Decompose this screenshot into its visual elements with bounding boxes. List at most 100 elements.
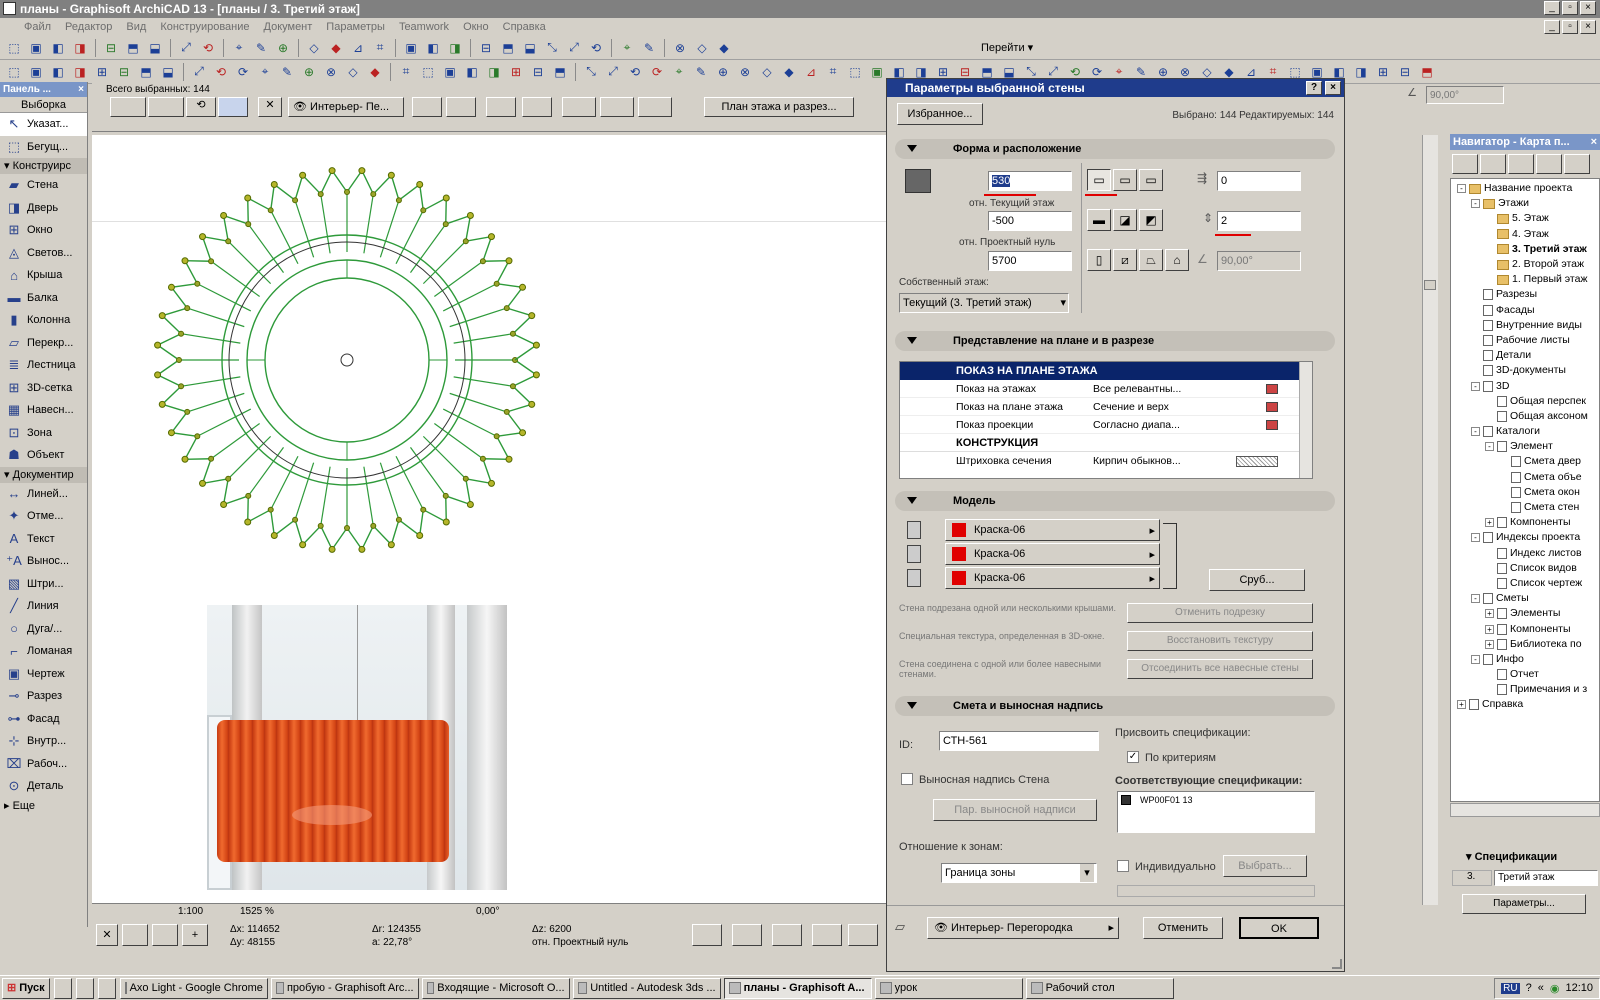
tool-drawing[interactable]: ▣ Чертеж [0, 663, 87, 686]
cancel-button[interactable]: Отменить [1143, 917, 1223, 939]
edit-ff-icon[interactable]: ⊕ [713, 63, 733, 81]
edit-t-icon[interactable]: ▣ [440, 63, 460, 81]
tool-paste-icon[interactable]: ⬓ [145, 39, 165, 57]
profile-button[interactable] [486, 97, 516, 117]
special-snap-button[interactable] [848, 924, 878, 946]
wall-vertical-button[interactable]: ▯ [1087, 249, 1111, 271]
nav-tab-project-map[interactable] [1452, 154, 1478, 174]
tree-item[interactable]: Отчет [1457, 667, 1599, 682]
tool-elevation[interactable]: ⊶ Фасад [0, 708, 87, 731]
total-height-field[interactable]: 5700 [988, 251, 1072, 271]
maximize-button[interactable]: ▫ [1562, 1, 1578, 15]
edit-jj-icon[interactable]: ⊿ [801, 63, 821, 81]
edit-q-icon[interactable]: ◆ [365, 63, 385, 81]
cross-button[interactable]: ✕ [258, 97, 282, 117]
tree-item[interactable]: 3. Третий этаж [1457, 242, 1599, 257]
geometry-button[interactable] [110, 97, 146, 117]
menu-item[interactable]: Файл [24, 18, 51, 36]
tree-item[interactable]: - Индексы проекта [1457, 530, 1599, 545]
tree-item[interactable]: Рабочие листы [1457, 333, 1599, 348]
network-icon[interactable]: ◉ [1550, 982, 1560, 995]
tree-item[interactable]: - Этажи [1457, 196, 1599, 211]
nav-tab-layout-book[interactable] [1508, 154, 1534, 174]
ok-button[interactable]: OK [1239, 917, 1319, 939]
wall-profile-button[interactable]: ⌂ [1165, 249, 1189, 271]
edit-bb-icon[interactable]: ⟲ [625, 63, 645, 81]
rel-project-label[interactable]: отн. Проектный нуль [959, 237, 1055, 248]
menu-item[interactable]: Окно [463, 18, 489, 36]
menu-item[interactable]: Справка [503, 18, 546, 36]
edit-k-icon[interactable]: ⟳ [233, 63, 253, 81]
tool-group-icon[interactable]: ⌖ [617, 39, 637, 57]
section-geometry-header[interactable]: Форма и расположение [895, 139, 1335, 159]
construction-method-3[interactable] [638, 97, 672, 117]
tool-fill-icon[interactable]: ⌗ [370, 39, 390, 57]
collapse-icon[interactable]: - [1471, 381, 1480, 391]
relative-construction-button[interactable]: + [182, 924, 208, 946]
tree-item[interactable]: + Элементы [1457, 606, 1599, 621]
edit-s-icon[interactable]: ⬚ [418, 63, 438, 81]
base-offset-field[interactable]: -500 [988, 211, 1072, 231]
menu-item[interactable]: Вид [126, 18, 146, 36]
collapse-icon[interactable]: - [1485, 442, 1494, 452]
tool-door[interactable]: ◨ Дверь [0, 197, 87, 220]
chain-link-icon[interactable] [1163, 523, 1177, 589]
perpendicular-button[interactable] [812, 924, 842, 946]
tool-lock-icon[interactable]: ✎ [639, 39, 659, 57]
construction-method-1[interactable] [562, 97, 596, 117]
edit-g-icon[interactable]: ⬒ [136, 63, 156, 81]
ruler-button[interactable] [732, 924, 762, 946]
plan-setting-row[interactable]: Показ проекции Согласно диапа... [900, 416, 1312, 434]
tool-copy-icon[interactable]: ⬒ [123, 39, 143, 57]
tree-item[interactable]: 1. Первый этаж [1457, 272, 1599, 287]
taskbar-window-button[interactable]: урок [874, 977, 1023, 999]
individual-list[interactable] [1117, 885, 1315, 897]
edit-y-icon[interactable]: ⬒ [550, 63, 570, 81]
language-indicator[interactable]: RU [1501, 982, 1520, 994]
edit-l-icon[interactable]: ⌖ [255, 63, 275, 81]
taskbar-window-button[interactable]: Axo Light - Google Chrome [119, 977, 268, 999]
wall-ref-inside-button[interactable]: ▭ [1139, 169, 1163, 191]
edit-v-icon[interactable]: ◨ [484, 63, 504, 81]
expand-icon[interactable]: + [1485, 639, 1494, 649]
tool-dimension[interactable]: ↔ Линей... [0, 483, 87, 506]
edit-p-icon[interactable]: ◇ [343, 63, 363, 81]
tree-item[interactable]: 2. Второй этаж [1457, 257, 1599, 272]
menu-item[interactable]: Teamwork [399, 18, 449, 36]
wall-ref-outside-button[interactable]: ▭ [1087, 169, 1111, 191]
doc-minimize-button[interactable]: _ [1544, 20, 1560, 34]
tree-item[interactable]: Детали [1457, 348, 1599, 363]
minimize-button[interactable]: _ [1544, 1, 1560, 15]
edit-j-icon[interactable]: ⟲ [211, 63, 231, 81]
taskbar-window-button[interactable]: Входящие - Microsoft O... [421, 977, 570, 999]
tool-redo-icon[interactable]: ⟲ [198, 39, 218, 57]
edit-f-icon[interactable]: ⊟ [114, 63, 134, 81]
plan-section-button[interactable]: План этажа и разрез... [704, 97, 854, 117]
tool-label[interactable]: ⁺A Вынос... [0, 550, 87, 573]
edit-l1-icon[interactable]: ⬒ [1417, 63, 1437, 81]
tool-save-icon[interactable]: ◧ [48, 39, 68, 57]
tool-worksheet[interactable]: ⌧ Рабоч... [0, 753, 87, 776]
tree-item[interactable]: 4. Этаж [1457, 227, 1599, 242]
tree-item[interactable]: Список видов [1457, 561, 1599, 576]
menu-item[interactable]: Документ [264, 18, 313, 36]
doc-restore-button[interactable]: ▫ [1562, 20, 1578, 34]
tree-item[interactable]: - Сметы [1457, 591, 1599, 606]
surface-material-select[interactable]: Краска-06 ▸ [945, 519, 1160, 541]
angle-readout[interactable]: 0,00° [476, 906, 499, 917]
vertical-scroll-thumb[interactable] [1424, 280, 1436, 290]
edit-cc-icon[interactable]: ⟳ [647, 63, 667, 81]
tool-line[interactable]: ╱ Линия [0, 595, 87, 618]
resize-grip[interactable] [1332, 959, 1342, 969]
edit-b-icon[interactable]: ▣ [26, 63, 46, 81]
surface-material-select[interactable]: Краска-06 ▸ [945, 543, 1160, 565]
tool-3d-icon[interactable]: ◇ [692, 39, 712, 57]
taskbar-window-button[interactable]: пробую - Graphisoft Arc... [270, 977, 419, 999]
tool-object[interactable]: ☗ Объект [0, 444, 87, 467]
menu-item[interactable]: Параметры [326, 18, 385, 36]
section-model-header[interactable]: Модель [895, 491, 1335, 511]
edit-hh-icon[interactable]: ◇ [757, 63, 777, 81]
layer-selector[interactable]: 👁 Интерьер- Пе... [288, 97, 404, 117]
collapse-icon[interactable]: - [1471, 594, 1480, 604]
edit-mm-icon[interactable]: ▣ [867, 63, 887, 81]
